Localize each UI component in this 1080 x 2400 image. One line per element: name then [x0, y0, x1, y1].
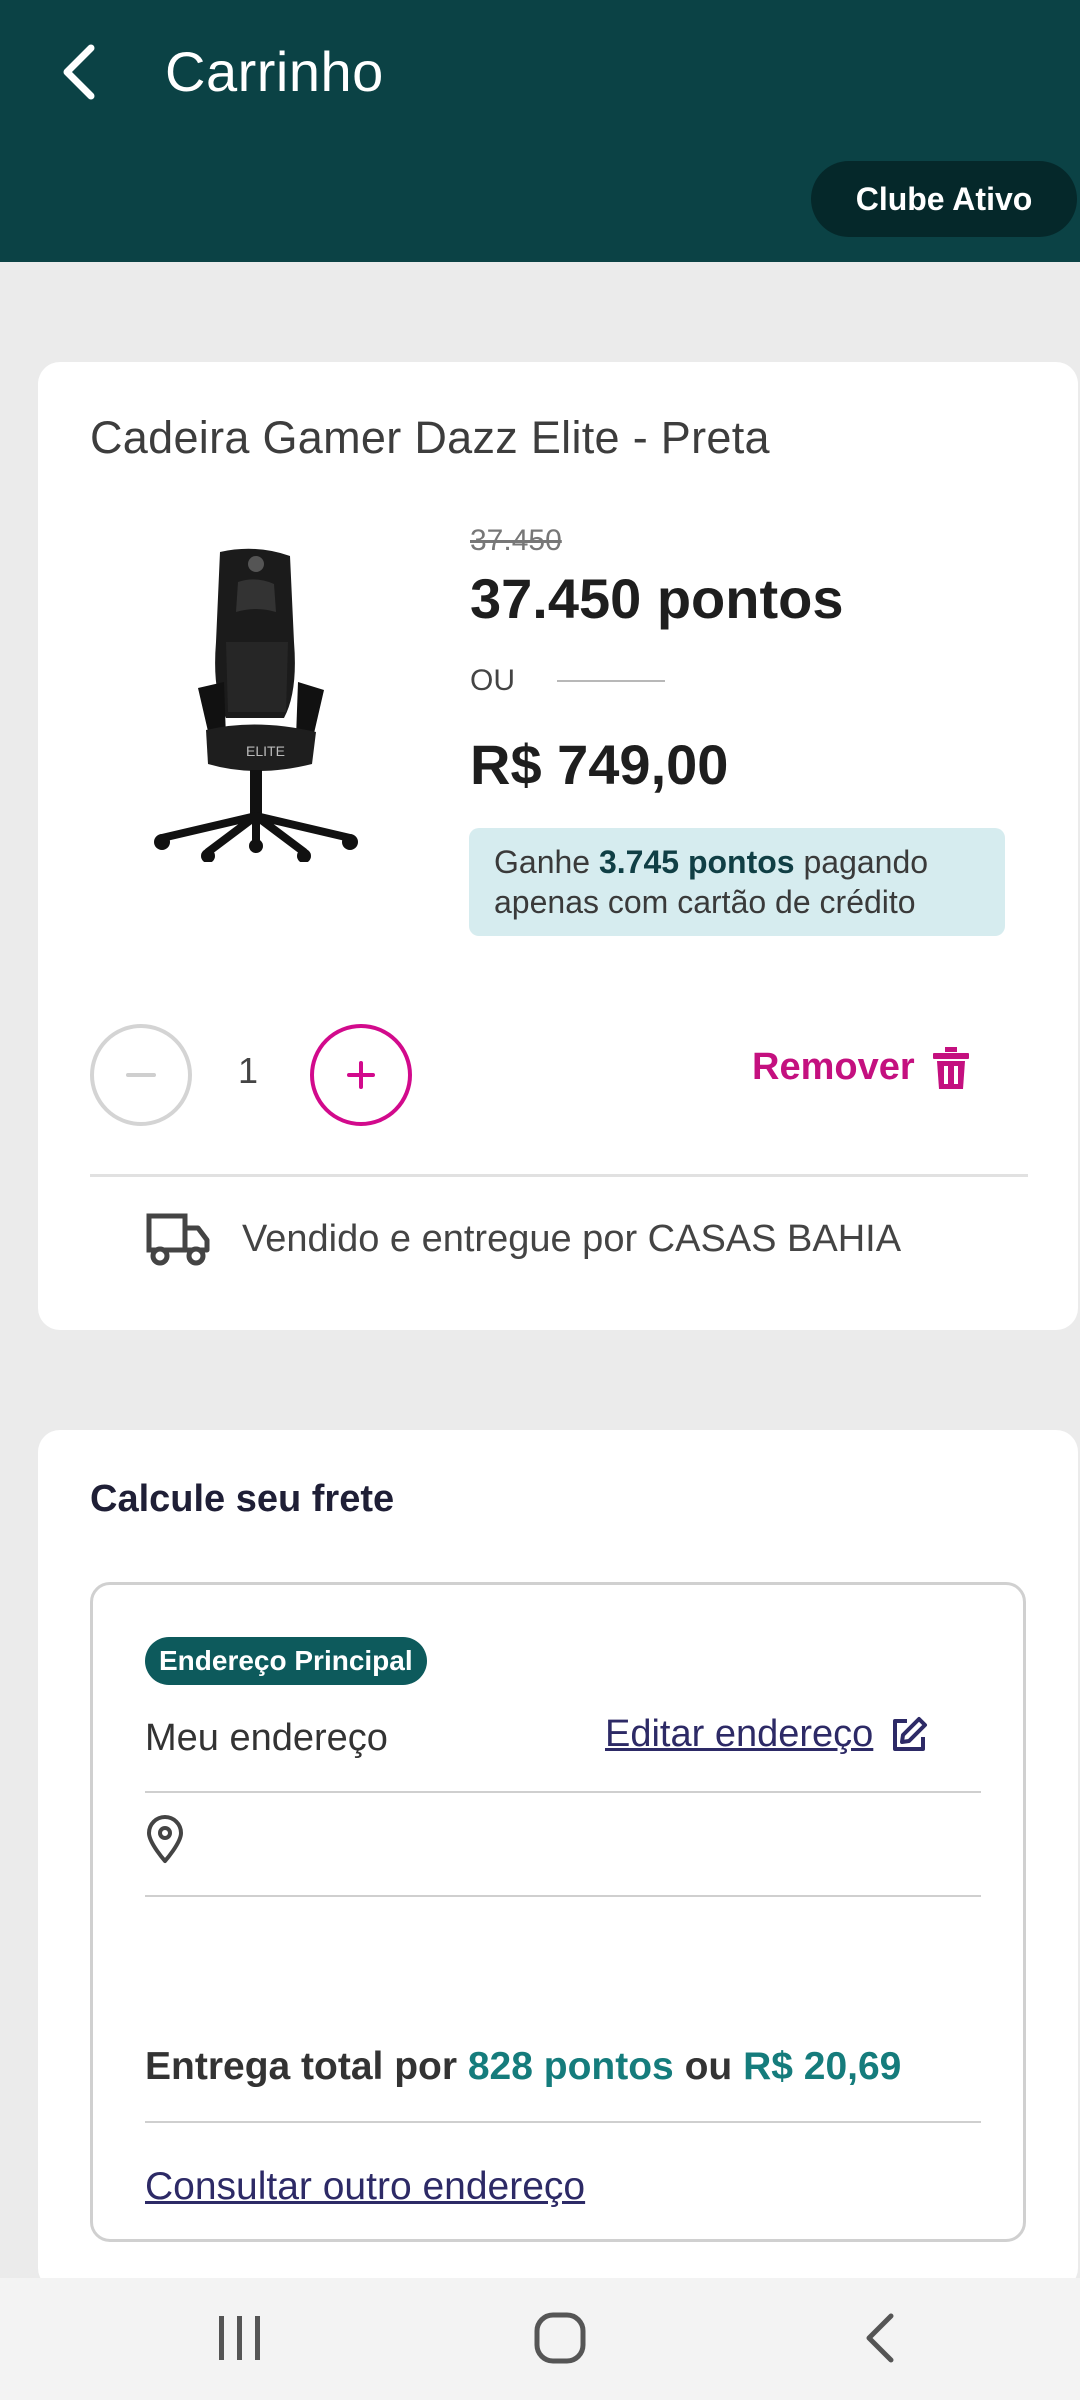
delivery-prefix: Entrega total por	[145, 2045, 468, 2088]
shipping-card: Calcule seu frete Endereço Principal Meu…	[38, 1430, 1078, 2290]
other-address-link[interactable]: Consultar outro endereço	[145, 2165, 585, 2209]
back-button[interactable]	[44, 32, 114, 112]
home-icon	[534, 2312, 586, 2364]
system-back-button[interactable]	[840, 2308, 920, 2368]
cashback-prefix: Ganhe	[494, 844, 599, 880]
edit-icon	[893, 1716, 928, 1751]
system-nav-bar	[0, 2278, 1080, 2400]
recent-apps-icon	[219, 2316, 260, 2360]
plus-icon	[347, 1061, 375, 1089]
recent-apps-button[interactable]	[200, 2308, 280, 2368]
address-box: Endereço Principal Meu endereço Editar e…	[90, 1582, 1026, 2242]
or-label: OU	[470, 664, 515, 697]
remove-label: Remover	[752, 1046, 915, 1088]
cashback-banner: Ganhe 3.745 pontos pagando apenas com ca…	[469, 828, 1005, 936]
location-pin-icon	[147, 1815, 183, 1863]
divider	[90, 1174, 1028, 1177]
cart-item-card: Cadeira Gamer Dazz Elite - Preta ELITE 3…	[38, 362, 1078, 1330]
money-price: R$ 749,00	[470, 733, 729, 796]
original-price: 37.450	[470, 524, 562, 557]
points-price: 37.450 pontos	[470, 567, 844, 630]
shipping-title: Calcule seu frete	[90, 1478, 395, 1520]
seller-info: Vendido e entregue por CASAS BAHIA	[146, 1212, 901, 1266]
delivery-total: Entrega total por 828 pontos ou R$ 20,69	[145, 2045, 901, 2089]
edit-address-label: Editar endereço	[605, 1713, 874, 1755]
increase-quantity-button[interactable]	[310, 1024, 412, 1126]
club-status-badge[interactable]: Clube Ativo	[811, 161, 1077, 237]
address-divider-3	[145, 2121, 981, 2123]
minus-icon	[126, 1073, 156, 1077]
delivery-points: 828 pontos	[467, 2045, 674, 2088]
quantity-value: 1	[238, 1050, 259, 1091]
truck-icon	[146, 1213, 210, 1266]
product-name: Cadeira Gamer Dazz Elite - Preta	[90, 412, 770, 463]
back-icon	[866, 2313, 894, 2363]
gaming-chair-image[interactable]: ELITE	[128, 542, 388, 862]
address-divider-1	[145, 1791, 981, 1793]
address-name: Meu endereço	[145, 1717, 388, 1759]
page-title: Carrinho	[165, 40, 384, 103]
delivery-middle: ou	[673, 2045, 744, 2088]
cashback-points: 3.745 pontos	[598, 844, 795, 880]
trash-icon	[932, 1046, 969, 1089]
decrease-quantity-button[interactable]	[90, 1024, 192, 1126]
address-divider-2	[145, 1895, 981, 1897]
arrow-left-icon	[63, 44, 95, 100]
delivery-money: R$ 20,69	[743, 2045, 902, 2088]
or-line	[557, 680, 665, 682]
edit-address-link[interactable]: Editar endereço	[605, 1713, 929, 1756]
remove-button[interactable]: Remover	[752, 1046, 969, 1089]
app-bar: Carrinho Clube Ativo	[0, 0, 1080, 262]
or-separator: OU	[470, 664, 665, 698]
main-address-badge: Endereço Principal	[145, 1637, 427, 1685]
chair-logo-text: ELITE	[246, 743, 285, 759]
seller-text: Vendido e entregue por CASAS BAHIA	[242, 1217, 902, 1260]
home-button[interactable]	[520, 2308, 600, 2368]
